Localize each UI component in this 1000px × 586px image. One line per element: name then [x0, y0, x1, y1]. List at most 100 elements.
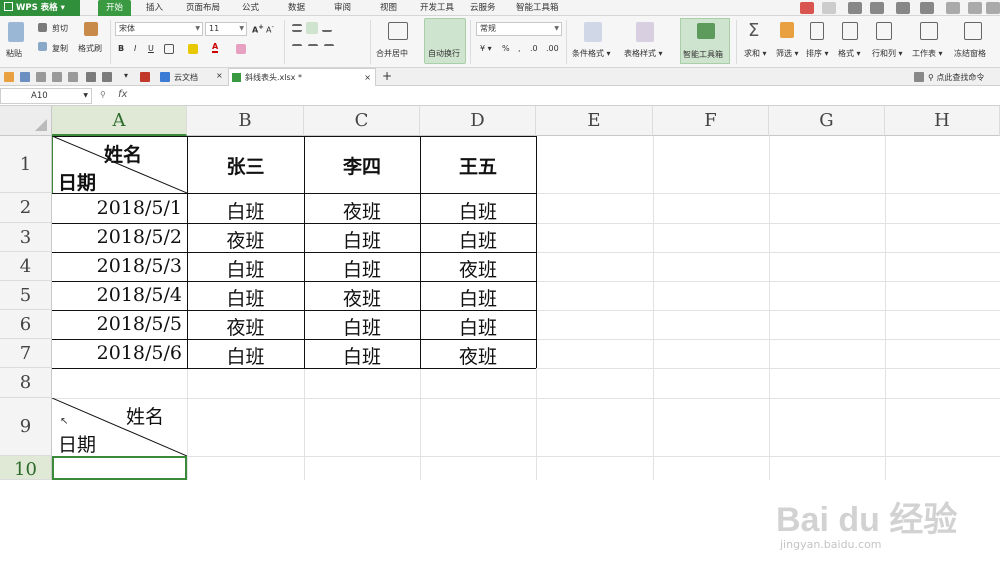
merge-center-button[interactable]: 合并居中	[376, 48, 408, 59]
col-header-f[interactable]: F	[653, 106, 769, 136]
font-size-select[interactable]: 11 ▼	[205, 22, 247, 36]
shift-cell[interactable]: 白班	[187, 284, 304, 311]
undo-icon[interactable]	[86, 72, 96, 82]
shift-cell[interactable]: 夜班	[420, 342, 536, 369]
shift-cell[interactable]: 白班	[420, 226, 536, 253]
align-middle-icon[interactable]	[306, 22, 318, 34]
name-box[interactable]: A10 ▼	[0, 88, 92, 104]
bold-button[interactable]: B	[118, 44, 124, 53]
col-header-a[interactable]: A	[52, 106, 187, 136]
smart-toolbox-button[interactable]: 智能工具箱	[680, 18, 730, 64]
align-right-icon[interactable]	[324, 44, 334, 52]
row-col-button[interactable]: 行和列 ▾	[872, 48, 903, 59]
format-icon[interactable]	[842, 22, 858, 40]
shift-cell[interactable]: 夜班	[420, 255, 536, 282]
row-col-icon[interactable]	[876, 22, 892, 40]
shift-cell[interactable]: 白班	[304, 226, 420, 253]
selected-cell-a10[interactable]	[52, 456, 187, 480]
tab-cloud[interactable]: 云服务	[470, 0, 496, 16]
date-cell[interactable]: 2018/5/6	[52, 342, 182, 364]
shift-cell[interactable]: 白班	[187, 255, 304, 282]
sort-button[interactable]: 排序 ▾	[806, 48, 829, 59]
align-center-icon[interactable]	[308, 44, 318, 52]
restore-icon[interactable]	[968, 2, 982, 14]
skin-icon[interactable]	[822, 2, 836, 14]
font-color-icon[interactable]: A	[212, 42, 219, 53]
command-search-icon[interactable]	[914, 72, 924, 82]
share-icon[interactable]	[896, 2, 910, 14]
close-icon[interactable]	[986, 2, 1000, 14]
shift-cell[interactable]: 白班	[187, 342, 304, 369]
settings-icon[interactable]	[848, 2, 862, 14]
select-all-corner[interactable]	[0, 106, 52, 136]
table-style-icon[interactable]	[636, 22, 654, 42]
date-cell[interactable]: 2018/5/2	[52, 226, 182, 248]
tab-page-layout[interactable]: 页面布局	[186, 0, 220, 16]
paste-button[interactable]: 粘贴	[6, 48, 22, 59]
cut-button[interactable]: 剪切	[52, 23, 68, 34]
worksheet-button[interactable]: 工作表 ▾	[912, 48, 943, 59]
conditional-format-button[interactable]: 条件格式 ▾	[572, 48, 611, 59]
fx-icon[interactable]: fx	[118, 89, 127, 100]
save-icon[interactable]	[20, 72, 30, 82]
cloud-doc-icon[interactable]	[160, 72, 170, 82]
shift-cell[interactable]: 夜班	[304, 197, 420, 224]
tab-review[interactable]: 审阅	[334, 0, 351, 16]
cloud-doc-tab[interactable]: 云文档	[174, 72, 198, 83]
clear-format-icon[interactable]	[236, 44, 246, 54]
shift-cell[interactable]: 白班	[420, 313, 536, 340]
decimal-increase-icon[interactable]: .0	[530, 44, 538, 53]
sort-icon[interactable]	[810, 22, 824, 40]
row-header-2[interactable]: 2	[0, 193, 52, 223]
shift-cell[interactable]: 夜班	[187, 226, 304, 253]
minimize-icon[interactable]	[946, 2, 960, 14]
align-bottom-icon[interactable]	[322, 24, 332, 32]
tab-smart-toolbox[interactable]: 智能工具箱	[516, 0, 559, 16]
auto-wrap-button[interactable]: 自动换行	[428, 48, 460, 59]
tab-developer[interactable]: 开发工具	[420, 0, 454, 16]
col-header-e[interactable]: E	[536, 106, 653, 136]
percent-icon[interactable]: %	[502, 44, 510, 53]
format-button[interactable]: 格式 ▾	[838, 48, 861, 59]
italic-button[interactable]: I	[134, 44, 136, 53]
fill-color-icon[interactable]	[188, 44, 198, 54]
shift-cell[interactable]: 夜班	[187, 313, 304, 340]
shift-cell[interactable]: 白班	[304, 342, 420, 369]
shift-cell[interactable]: 白班	[304, 255, 420, 282]
copy-button[interactable]: 复制	[52, 43, 68, 54]
row-header-6[interactable]: 6	[0, 310, 52, 339]
col-header-g[interactable]: G	[769, 106, 885, 136]
shift-cell[interactable]: 白班	[420, 197, 536, 224]
document-tab[interactable]: 斜线表头.xlsx * ×	[228, 68, 376, 86]
underline-button[interactable]: U	[148, 44, 154, 53]
date-cell[interactable]: 2018/5/5	[52, 313, 182, 335]
row-header-10[interactable]: 10	[0, 456, 52, 480]
copy-icon[interactable]	[38, 42, 47, 51]
thousands-icon[interactable]: ,	[518, 44, 521, 53]
merge-center-icon[interactable]	[388, 22, 408, 40]
decimal-decrease-icon[interactable]: .00	[546, 44, 559, 53]
new-tab-icon[interactable]: +	[382, 69, 392, 83]
conditional-format-icon[interactable]	[584, 22, 602, 42]
currency-icon[interactable]: ¥ ▾	[480, 44, 492, 53]
font-name-select[interactable]: 宋体 ▼	[115, 22, 203, 36]
shift-cell[interactable]: 夜班	[304, 284, 420, 311]
zoom-search-icon[interactable]: ⚲	[100, 90, 106, 99]
align-top-icon[interactable]	[292, 24, 302, 32]
tab-insert[interactable]: 插入	[146, 0, 163, 16]
row-header-3[interactable]: 3	[0, 223, 52, 252]
close-cloud-tab-icon[interactable]: ×	[216, 71, 223, 80]
app-menu-button[interactable]: WPS 表格 ▾	[0, 0, 80, 16]
tab-home[interactable]: 开始	[98, 0, 132, 16]
border-icon[interactable]	[164, 44, 174, 54]
date-cell[interactable]: 2018/5/1	[52, 197, 182, 219]
sum-button[interactable]: 求和 ▾	[744, 48, 767, 59]
open-icon[interactable]	[4, 72, 14, 82]
paste-icon[interactable]	[8, 22, 24, 42]
find-command[interactable]: ⚲ 点此查找命令	[928, 72, 984, 83]
date-cell[interactable]: 2018/5/4	[52, 284, 182, 306]
wps-home-icon[interactable]	[140, 72, 150, 82]
row-header-5[interactable]: 5	[0, 281, 52, 310]
tab-formula[interactable]: 公式	[242, 0, 259, 16]
worksheet-icon[interactable]	[920, 22, 938, 40]
